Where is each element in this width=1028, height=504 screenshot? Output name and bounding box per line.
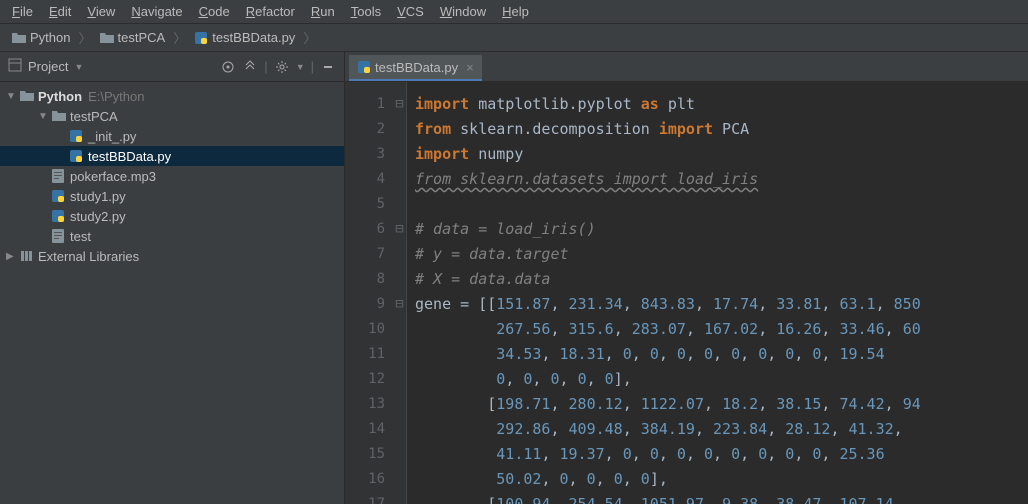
tree-item-_init_-py[interactable]: _init_.py bbox=[0, 126, 344, 146]
sidebar-header: Project ▼ | ▼ | bbox=[0, 52, 344, 82]
menu-tools[interactable]: Tools bbox=[343, 2, 389, 21]
tree-item-study1-py[interactable]: study1.py bbox=[0, 186, 344, 206]
menu-edit[interactable]: Edit bbox=[41, 2, 79, 21]
project-view-icon bbox=[8, 58, 22, 75]
folder-icon bbox=[52, 110, 70, 122]
tree-item-label: testBBData.py bbox=[88, 149, 171, 164]
tree-item-study2-py[interactable]: study2.py bbox=[0, 206, 344, 226]
menu-file[interactable]: File bbox=[4, 2, 41, 21]
breadcrumb-separator: 〉 bbox=[78, 28, 91, 47]
tree-item-test[interactable]: test bbox=[0, 226, 344, 246]
menu-refactor[interactable]: Refactor bbox=[238, 2, 303, 21]
breadcrumb-separator: 〉 bbox=[173, 28, 186, 47]
tree-item-testPCA[interactable]: ▼ testPCA bbox=[0, 106, 344, 126]
gear-icon[interactable] bbox=[274, 59, 290, 75]
editor-tab-bar: testBBData.py × bbox=[345, 52, 1028, 82]
python-file-icon bbox=[194, 31, 208, 45]
tree-item-pokerface-mp3[interactable]: pokerface.mp3 bbox=[0, 166, 344, 186]
tree-root-name: Python bbox=[38, 89, 82, 104]
tree-root[interactable]: ▼ Python E:\Python bbox=[0, 86, 344, 106]
python-file-icon bbox=[52, 190, 70, 202]
tree-item-testBBData-py[interactable]: testBBData.py bbox=[0, 146, 344, 166]
chevron-icon[interactable]: ▼ bbox=[38, 111, 52, 122]
breadcrumb-folder[interactable]: testPCA bbox=[96, 30, 170, 45]
tree-item-label: pokerface.mp3 bbox=[70, 169, 156, 184]
menu-window[interactable]: Window bbox=[432, 2, 494, 21]
tree-item-label: test bbox=[70, 229, 91, 244]
sidebar-dropdown-icon[interactable]: ▼ bbox=[74, 62, 83, 72]
chevron-right-icon[interactable]: ▶ bbox=[6, 251, 20, 262]
menu-code[interactable]: Code bbox=[191, 2, 238, 21]
editor-area: testBBData.py × 123456789101112131415161… bbox=[345, 52, 1028, 504]
library-icon bbox=[20, 250, 38, 262]
breadcrumb-file[interactable]: testBBData.py bbox=[190, 30, 299, 45]
tree-item-label: _init_.py bbox=[88, 129, 136, 144]
breadcrumb-project[interactable]: Python bbox=[8, 30, 74, 45]
close-icon[interactable]: × bbox=[466, 60, 474, 75]
sidebar-title[interactable]: Project bbox=[28, 59, 68, 74]
menu-bar: FileEditViewNavigateCodeRefactorRunTools… bbox=[0, 0, 1028, 24]
breadcrumb-file-label: testBBData.py bbox=[212, 30, 295, 45]
code-editor[interactable]: import matplotlib.pyplot as pltfrom skle… bbox=[407, 82, 1028, 504]
folder-icon bbox=[12, 31, 26, 45]
breadcrumb-project-label: Python bbox=[30, 30, 70, 45]
tree-item-label: testPCA bbox=[70, 109, 118, 124]
line-number-gutter: 1234567891011121314151617 bbox=[345, 82, 393, 504]
project-tree: ▼ Python E:\Python ▼ testPCA _init_.pytest… bbox=[0, 82, 344, 504]
locate-icon[interactable] bbox=[220, 59, 236, 75]
menu-help[interactable]: Help bbox=[494, 2, 537, 21]
folder-icon bbox=[100, 31, 114, 45]
menu-view[interactable]: View bbox=[79, 2, 123, 21]
file-icon bbox=[52, 229, 70, 243]
python-file-icon bbox=[70, 150, 88, 162]
tree-item-label: study1.py bbox=[70, 189, 126, 204]
external-libraries-label: External Libraries bbox=[38, 249, 139, 264]
python-file-icon bbox=[52, 210, 70, 222]
tree-root-path: E:\Python bbox=[88, 89, 144, 104]
collapse-all-icon[interactable] bbox=[242, 59, 258, 75]
chevron-down-icon[interactable]: ▼ bbox=[6, 91, 20, 102]
hide-icon[interactable] bbox=[320, 59, 336, 75]
gear-dropdown-icon[interactable]: ▼ bbox=[296, 62, 305, 72]
editor-tab[interactable]: testBBData.py × bbox=[349, 55, 482, 81]
project-sidebar: Project ▼ | ▼ | bbox=[0, 52, 345, 504]
breadcrumb-separator: 〉 bbox=[303, 28, 316, 47]
fold-gutter: ⊟⊟⊟ bbox=[393, 82, 407, 504]
python-file-icon bbox=[357, 60, 371, 74]
menu-vcs[interactable]: VCS bbox=[389, 2, 432, 21]
breadcrumb-bar: Python 〉 testPCA 〉 testBBData.py 〉 bbox=[0, 24, 1028, 52]
tree-item-label: study2.py bbox=[70, 209, 126, 224]
external-libraries[interactable]: ▶ External Libraries bbox=[0, 246, 344, 266]
menu-run[interactable]: Run bbox=[303, 2, 343, 21]
menu-navigate[interactable]: Navigate bbox=[123, 2, 190, 21]
editor-tab-label: testBBData.py bbox=[375, 60, 458, 75]
breadcrumb-folder-label: testPCA bbox=[118, 30, 166, 45]
file-icon bbox=[52, 169, 70, 183]
python-file-icon bbox=[70, 130, 88, 142]
folder-icon bbox=[20, 90, 38, 102]
